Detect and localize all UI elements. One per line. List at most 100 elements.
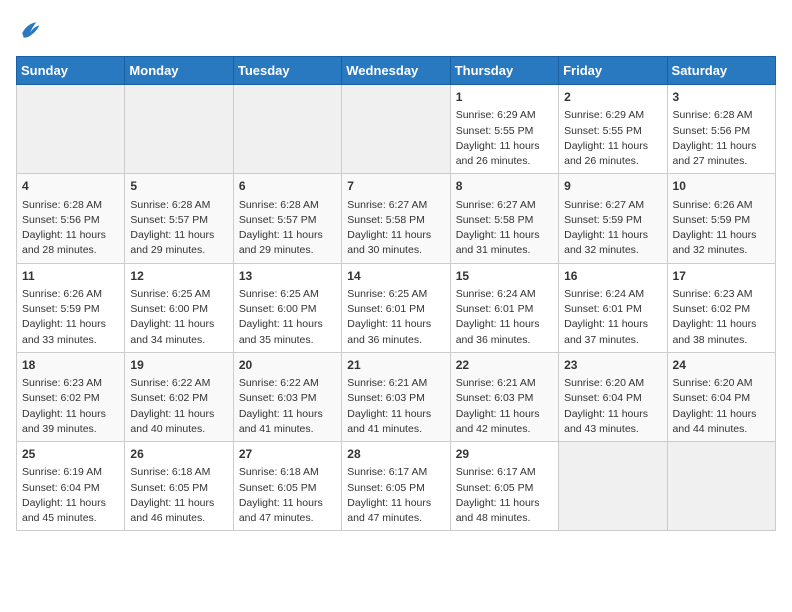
day-number: 17 — [673, 268, 770, 285]
day-header-saturday: Saturday — [667, 57, 775, 85]
day-number: 7 — [347, 178, 444, 195]
logo-bird-icon — [16, 16, 44, 44]
calendar-cell — [559, 442, 667, 531]
calendar-cell: 15 Sunrise: 6:24 AM Sunset: 6:01 PM Dayli… — [450, 263, 558, 352]
day-info: Sunrise: 6:25 AM Sunset: 6:01 PM Dayligh… — [347, 287, 444, 348]
day-info: Sunrise: 6:28 AM Sunset: 5:56 PM Dayligh… — [22, 198, 119, 259]
day-number: 29 — [456, 446, 553, 463]
day-info: Sunrise: 6:23 AM Sunset: 6:02 PM Dayligh… — [22, 376, 119, 437]
calendar-week-row: 18 Sunrise: 6:23 AM Sunset: 6:02 PM Dayli… — [17, 352, 776, 441]
day-number: 18 — [22, 357, 119, 374]
day-header-tuesday: Tuesday — [233, 57, 341, 85]
day-number: 26 — [130, 446, 227, 463]
calendar-cell: 5Sunrise: 6:28 AM Sunset: 5:57 PM Daylig… — [125, 174, 233, 263]
day-info: Sunrise: 6:29 AM Sunset: 5:55 PM Dayligh… — [564, 108, 661, 169]
day-number: 10 — [673, 178, 770, 195]
calendar-cell: 6 Sunrise: 6:28 AM Sunset: 5:57 PM Daylig… — [233, 174, 341, 263]
calendar-cell: 17 Sunrise: 6:23 AM Sunset: 6:02 PM Dayli… — [667, 263, 775, 352]
day-number: 8 — [456, 178, 553, 195]
day-info: Sunrise: 6:19 AM Sunset: 6:04 PM Dayligh… — [22, 465, 119, 526]
day-info: Sunrise: 6:27 AM Sunset: 5:58 PM Dayligh… — [456, 198, 553, 259]
day-number: 13 — [239, 268, 336, 285]
page-header — [16, 16, 776, 44]
calendar-cell: 19Sunrise: 6:22 AM Sunset: 6:02 PM Dayli… — [125, 352, 233, 441]
day-info: Sunrise: 6:23 AM Sunset: 6:02 PM Dayligh… — [673, 287, 770, 348]
day-info: Sunrise: 6:25 AM Sunset: 6:00 PM Dayligh… — [239, 287, 336, 348]
calendar-header: SundayMondayTuesdayWednesdayThursdayFrid… — [17, 57, 776, 85]
day-number: 20 — [239, 357, 336, 374]
day-number: 4 — [22, 178, 119, 195]
day-info: Sunrise: 6:24 AM Sunset: 6:01 PM Dayligh… — [564, 287, 661, 348]
calendar-cell: 13 Sunrise: 6:25 AM Sunset: 6:00 PM Dayli… — [233, 263, 341, 352]
day-info: Sunrise: 6:27 AM Sunset: 5:59 PM Dayligh… — [564, 198, 661, 259]
day-info: Sunrise: 6:20 AM Sunset: 6:04 PM Dayligh… — [673, 376, 770, 437]
calendar-cell — [17, 85, 125, 174]
day-number: 9 — [564, 178, 661, 195]
day-number: 22 — [456, 357, 553, 374]
day-info: Sunrise: 6:22 AM Sunset: 6:03 PM Dayligh… — [239, 376, 336, 437]
day-number: 25 — [22, 446, 119, 463]
day-headers-row: SundayMondayTuesdayWednesdayThursdayFrid… — [17, 57, 776, 85]
calendar-cell: 29 Sunrise: 6:17 AM Sunset: 6:05 PM Dayli… — [450, 442, 558, 531]
day-info: Sunrise: 6:21 AM Sunset: 6:03 PM Dayligh… — [456, 376, 553, 437]
logo — [16, 16, 48, 44]
day-info: Sunrise: 6:28 AM Sunset: 5:57 PM Dayligh… — [130, 198, 227, 259]
day-info: Sunrise: 6:25 AM Sunset: 6:00 PM Dayligh… — [130, 287, 227, 348]
day-number: 23 — [564, 357, 661, 374]
day-info: Sunrise: 6:26 AM Sunset: 5:59 PM Dayligh… — [22, 287, 119, 348]
calendar-cell: 1Sunrise: 6:29 AM Sunset: 5:55 PM Daylig… — [450, 85, 558, 174]
day-number: 11 — [22, 268, 119, 285]
day-number: 24 — [673, 357, 770, 374]
calendar-cell: 10 Sunrise: 6:26 AM Sunset: 5:59 PM Dayli… — [667, 174, 775, 263]
day-info: Sunrise: 6:27 AM Sunset: 5:58 PM Dayligh… — [347, 198, 444, 259]
calendar-cell: 21 Sunrise: 6:21 AM Sunset: 6:03 PM Dayli… — [342, 352, 450, 441]
day-info: Sunrise: 6:17 AM Sunset: 6:05 PM Dayligh… — [347, 465, 444, 526]
calendar-cell: 24 Sunrise: 6:20 AM Sunset: 6:04 PM Dayli… — [667, 352, 775, 441]
day-number: 27 — [239, 446, 336, 463]
day-info: Sunrise: 6:28 AM Sunset: 5:57 PM Dayligh… — [239, 198, 336, 259]
day-number: 3 — [673, 89, 770, 106]
day-number: 21 — [347, 357, 444, 374]
day-header-sunday: Sunday — [17, 57, 125, 85]
calendar-week-row: 1 Sunrise: 6:29 AM Sunset: 5:55 PM Daylig… — [17, 85, 776, 174]
day-info: Sunrise: 6:18 AM Sunset: 6:05 PM Dayligh… — [130, 465, 227, 526]
day-number: 28 — [347, 446, 444, 463]
day-info: Sunrise: 6:20 AM Sunset: 6:04 PM Dayligh… — [564, 376, 661, 437]
calendar-cell: 27Sunrise: 6:18 AM Sunset: 6:05 PM Dayli… — [233, 442, 341, 531]
calendar-cell: 26 Sunrise: 6:18 AM Sunset: 6:05 PM Dayli… — [125, 442, 233, 531]
calendar-cell: 20 Sunrise: 6:22 AM Sunset: 6:03 PM Dayli… — [233, 352, 341, 441]
day-number: 19 — [130, 357, 227, 374]
day-info: Sunrise: 6:26 AM Sunset: 5:59 PM Dayligh… — [673, 198, 770, 259]
calendar-cell — [342, 85, 450, 174]
calendar-cell: 28 Sunrise: 6:17 AM Sunset: 6:05 PM Dayli… — [342, 442, 450, 531]
calendar-cell: 4 Sunrise: 6:28 AM Sunset: 5:56 PM Daylig… — [17, 174, 125, 263]
calendar-cell: 11 Sunrise: 6:26 AM Sunset: 5:59 PM Dayli… — [17, 263, 125, 352]
calendar-week-row: 11 Sunrise: 6:26 AM Sunset: 5:59 PM Dayli… — [17, 263, 776, 352]
calendar-cell — [125, 85, 233, 174]
day-header-friday: Friday — [559, 57, 667, 85]
calendar-week-row: 4 Sunrise: 6:28 AM Sunset: 5:56 PM Daylig… — [17, 174, 776, 263]
day-info: Sunrise: 6:17 AM Sunset: 6:05 PM Dayligh… — [456, 465, 553, 526]
calendar-cell — [667, 442, 775, 531]
day-header-monday: Monday — [125, 57, 233, 85]
calendar-week-row: 25 Sunrise: 6:19 AM Sunset: 6:04 PM Dayli… — [17, 442, 776, 531]
calendar-cell: 9 Sunrise: 6:27 AM Sunset: 5:59 PM Daylig… — [559, 174, 667, 263]
day-header-wednesday: Wednesday — [342, 57, 450, 85]
calendar-cell: 12 Sunrise: 6:25 AM Sunset: 6:00 PM Dayli… — [125, 263, 233, 352]
day-number: 1 — [456, 89, 553, 106]
day-number: 16 — [564, 268, 661, 285]
calendar-body: 1 Sunrise: 6:29 AM Sunset: 5:55 PM Daylig… — [17, 85, 776, 531]
calendar-cell — [233, 85, 341, 174]
day-info: Sunrise: 6:28 AM Sunset: 5:56 PM Dayligh… — [673, 108, 770, 169]
calendar-cell: 16 Sunrise: 6:24 AM Sunset: 6:01 PM Dayli… — [559, 263, 667, 352]
calendar-cell: 23 Sunrise: 6:20 AM Sunset: 6:04 PM Dayli… — [559, 352, 667, 441]
day-number: 12 — [130, 268, 227, 285]
calendar-cell: 2Sunrise: 6:29 AM Sunset: 5:55 PM Daylig… — [559, 85, 667, 174]
day-number: 15 — [456, 268, 553, 285]
day-info: Sunrise: 6:21 AM Sunset: 6:03 PM Dayligh… — [347, 376, 444, 437]
day-number: 6 — [239, 178, 336, 195]
day-header-thursday: Thursday — [450, 57, 558, 85]
calendar-table: SundayMondayTuesdayWednesdayThursdayFrid… — [16, 56, 776, 531]
day-info: Sunrise: 6:24 AM Sunset: 6:01 PM Dayligh… — [456, 287, 553, 348]
calendar-cell: 22 Sunrise: 6:21 AM Sunset: 6:03 PM Dayli… — [450, 352, 558, 441]
